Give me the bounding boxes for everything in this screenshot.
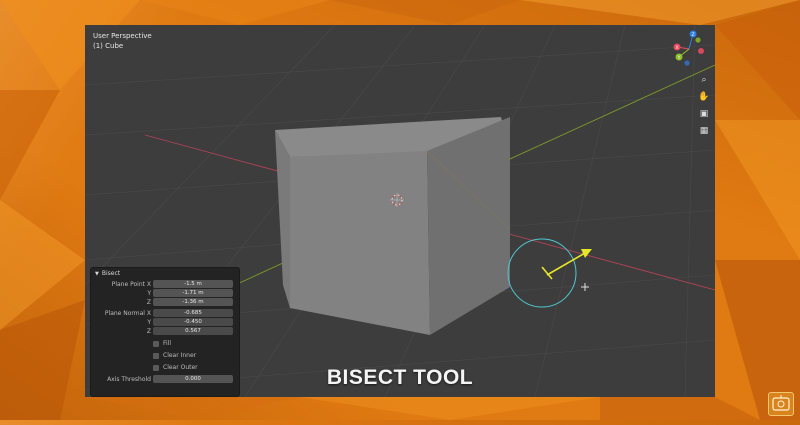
plane-point-x-label: Plane Point X (111, 281, 151, 288)
plane-point-x-field[interactable]: -1.5 m (153, 280, 233, 288)
clear-inner-checkbox[interactable]: Clear Inner (153, 351, 196, 360)
plane-normal-x-field[interactable]: -0.685 (153, 309, 233, 317)
plane-normal-z-field[interactable]: 0.567 (153, 327, 233, 335)
navigation-gizmo[interactable]: Z X Y (671, 29, 707, 69)
plane-normal-x-label: Plane Normal X (104, 310, 151, 317)
cube-front-face (290, 151, 430, 335)
viewport-tools: ⌕ ✋ ▣ ▦ (697, 73, 711, 141)
plane-point-z-field[interactable]: -1.36 m (153, 298, 233, 306)
operator-panel-header[interactable]: ▼ Bisect (91, 268, 239, 280)
gizmo-z-label: Z (691, 32, 694, 38)
viewport-header: User Perspective (1) Cube (93, 31, 152, 51)
zoom-icon[interactable]: ⌕ (697, 73, 711, 87)
plane-normal-z-label: Z (146, 328, 151, 335)
plane-point-y-label: Y (147, 290, 151, 297)
camera-icon[interactable]: ▣ (697, 107, 711, 121)
bisect-plane-widget[interactable] (507, 238, 592, 308)
video-caption: BISECT TOOL (326, 366, 474, 389)
view-name-label: User Perspective (93, 32, 152, 40)
checkbox-icon (153, 352, 159, 359)
fill-checkbox[interactable]: Fill (153, 339, 171, 348)
clear-inner-label: Clear Inner (163, 352, 197, 359)
mouse-cursor-icon (581, 283, 589, 291)
plane-normal-y-field[interactable]: -0.450 (153, 318, 233, 326)
plane-normal-y-label: Y (147, 319, 151, 326)
channel-logo (768, 392, 794, 416)
object-name-label: (1) Cube (93, 42, 124, 50)
hand-icon[interactable]: ✋ (697, 90, 711, 104)
checkbox-icon (153, 340, 159, 347)
plane-point-z-label: Z (146, 299, 151, 306)
3d-viewport[interactable]: User Perspective (1) Cube Z X Y ⌕ ✋ ▣ ▦ … (85, 25, 715, 397)
operator-title: Bisect (101, 270, 121, 277)
plane-point-y-field[interactable]: -1.71 m (153, 289, 233, 297)
gizmo-x-label: X (675, 45, 678, 51)
gizmo-y-label: Y (677, 55, 681, 61)
cube-side-face (427, 117, 510, 335)
fill-label: Fill (163, 340, 172, 347)
collapse-arrow-icon[interactable]: ▼ (95, 268, 99, 280)
grid-view-icon[interactable]: ▦ (697, 124, 711, 138)
